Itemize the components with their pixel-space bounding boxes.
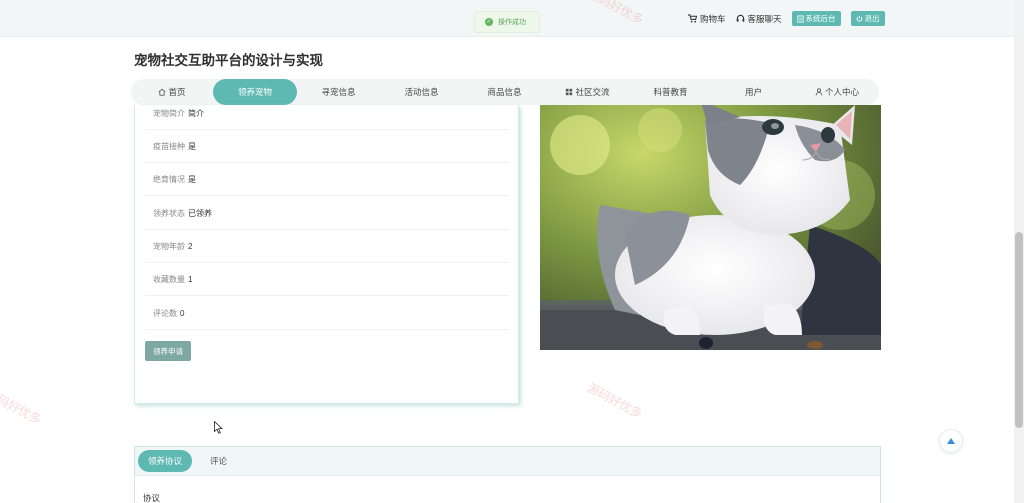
toast-text: 操作成功: [498, 19, 526, 26]
watermark: 源码好优多: [0, 386, 44, 428]
detail-row-adopt-status: 领养状态 已领养: [145, 197, 509, 230]
adopt-apply-button[interactable]: 领养申请: [145, 341, 191, 361]
success-toast: ✓ 操作成功: [474, 11, 540, 33]
scrollbar-thumb[interactable]: [1015, 232, 1023, 428]
tab-comments[interactable]: 评论: [200, 450, 237, 472]
detail-row-intro: 宠物简介 简介: [145, 97, 509, 130]
cart-icon: [688, 14, 697, 23]
tabs-header: 领养协议 评论: [135, 447, 880, 476]
logout-button[interactable]: 退出: [850, 11, 885, 26]
detail-row-age: 宠物年龄 2: [145, 230, 509, 263]
headset-icon: [736, 14, 744, 22]
page-scrollbar[interactable]: [1014, 0, 1024, 503]
back-to-top-button[interactable]: [939, 429, 963, 453]
cart-link[interactable]: 购物车: [688, 13, 726, 25]
grid-icon: [566, 88, 573, 96]
nav-item-education[interactable]: 科普教育: [629, 79, 712, 105]
pet-photo: [540, 105, 881, 350]
watermark: 源码好优多: [584, 380, 645, 422]
top-bar: ✓ 操作成功 购物车 客服聊天 系统后台 退出: [0, 0, 1014, 37]
power-icon: [856, 15, 862, 22]
detail-tabs: 领养协议 评论 协议: [134, 446, 881, 503]
agreement-heading: 协议: [143, 493, 161, 503]
admin-button[interactable]: 系统后台: [791, 11, 841, 26]
service-chat-link[interactable]: 客服聊天: [736, 13, 782, 25]
nav-item-users[interactable]: 用户: [712, 79, 795, 105]
nav-item-personal-center[interactable]: 个人中心: [795, 79, 879, 105]
top-links: 购物车 客服聊天 系统后台 退出: [688, 11, 885, 26]
user-icon: [815, 88, 823, 96]
arrow-up-icon: [947, 438, 955, 444]
detail-row-neutered: 绝育情况 是: [145, 163, 509, 196]
mouse-cursor-icon: [214, 421, 223, 434]
document-icon: [796, 15, 804, 22]
nav-item-community[interactable]: 社区交流: [546, 79, 629, 105]
home-icon: [159, 88, 166, 96]
site-title: 宠物社交互助平台的设计与实现: [134, 53, 323, 68]
check-circle-icon: ✓: [485, 18, 493, 26]
detail-row-comments: 评论数 0: [145, 297, 509, 330]
detail-row-favorites: 收藏数量 1: [145, 263, 509, 296]
pet-details-panel: 宠物简介 简介 疫苗接种 是 绝育情况 是 领养状态 已领养 宠物年龄 2 收藏…: [134, 105, 519, 404]
tab-adoption-agreement[interactable]: 领养协议: [138, 450, 193, 472]
detail-row-vaccine: 疫苗接种 是: [145, 130, 509, 163]
